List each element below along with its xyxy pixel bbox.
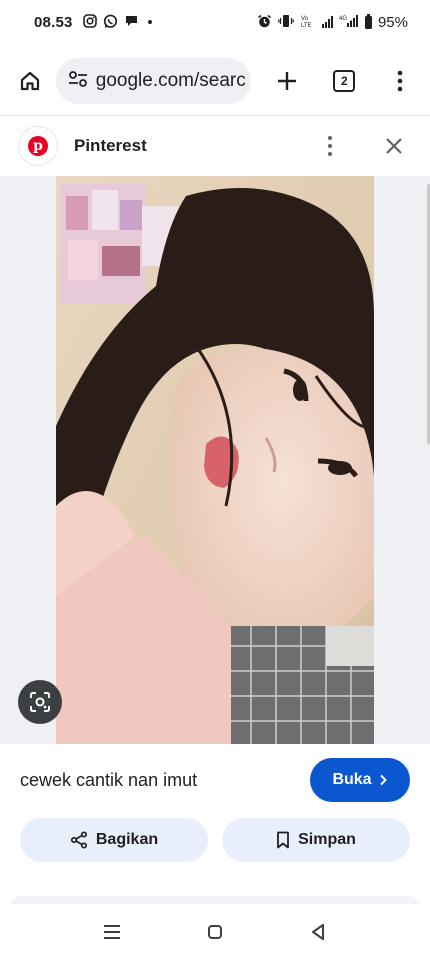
image-preview-area [0,176,430,744]
tab-switcher-button[interactable]: 2 [326,63,362,99]
tab-count: 2 [333,70,356,92]
result-caption: cewek cantik nan imut [20,769,198,790]
alarm-icon [257,14,272,31]
visit-label: Buka [332,771,372,788]
battery-icon [364,13,372,29]
whatsapp-icon [103,14,118,31]
signal-icon [321,16,333,28]
plus-icon [277,72,296,90]
share-icon [70,831,87,849]
svg-text:LTE: LTE [301,23,312,28]
dot-icon [145,16,155,29]
volte-icon: Vo LTE [300,14,316,30]
photo-illustration [56,176,374,744]
status-right: Vo LTE 4G 95% [257,13,408,31]
new-tab-button[interactable] [269,63,305,99]
signal-4g-icon: 4G [339,14,359,30]
bookmark-icon [277,831,289,849]
google-lens-button[interactable] [18,680,62,724]
home-nav-button[interactable] [195,912,235,952]
source-header: p Pinterest [0,116,430,176]
recents-icon [103,925,120,939]
battery-percent: 95% [377,13,408,31]
source-name[interactable]: Pinterest [74,136,312,156]
save-label: Simpan [298,831,356,848]
status-time: 08.53 [34,13,73,31]
instagram-icon [82,14,97,30]
home-square-icon [207,925,222,939]
status-left: 08.53 [34,14,155,31]
visit-button[interactable]: Buka [310,758,410,802]
address-bar[interactable]: google.com/searc [55,58,251,104]
lens-icon [30,692,50,712]
browser-menu-button[interactable] [382,63,418,99]
svg-text:Vo: Vo [301,16,309,22]
system-navigation-bar [0,904,430,960]
result-image[interactable] [56,176,374,744]
share-button[interactable]: Bagikan [20,818,208,862]
pinterest-icon: p [28,136,48,156]
back-triangle-icon [312,924,325,940]
chat-icon [124,14,139,30]
pinterest-logo[interactable]: p [18,126,58,166]
home-button[interactable] [12,63,48,99]
close-icon [386,138,402,154]
save-button[interactable]: Simpan [222,818,410,862]
share-label: Bagikan [95,831,159,848]
result-actions: Bagikan Simpan [0,818,430,866]
result-info: cewek cantik nan imut Buka [0,744,430,816]
browser-toolbar: google.com/searc 2 [0,52,430,110]
more-vert-icon [328,136,332,156]
status-bar: 08.53 Vo LTE 4G 95% [0,0,430,44]
more-vert-icon [397,70,403,92]
svg-text:4G: 4G [339,16,347,22]
vibrate-icon [278,14,294,30]
back-button[interactable] [298,912,338,952]
source-more-button[interactable] [312,128,348,164]
recents-button[interactable] [92,912,132,952]
close-button[interactable] [376,128,412,164]
site-settings-icon[interactable] [68,70,88,93]
url-text: google.com/searc [95,70,246,91]
home-icon [20,71,39,91]
chevron-right-icon [379,774,387,786]
